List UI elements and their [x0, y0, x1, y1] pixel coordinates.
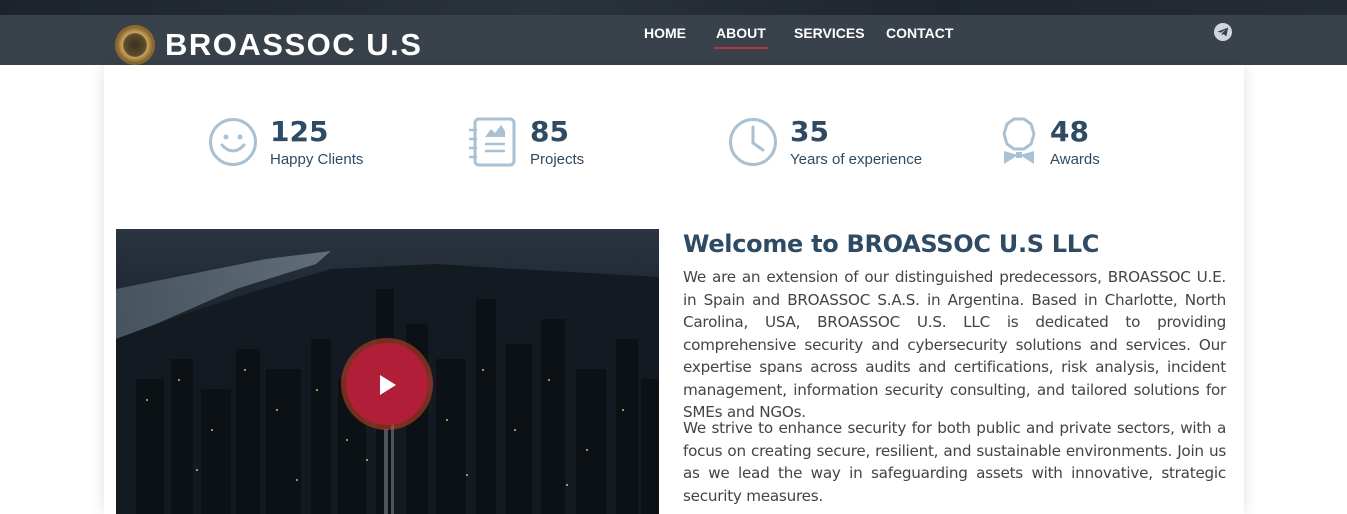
- stat-label: Happy Clients: [270, 151, 364, 168]
- stat-value: 35: [790, 115, 829, 148]
- stat-awards: 48 Awards: [994, 117, 1144, 173]
- stat-label: Awards: [1050, 151, 1100, 168]
- stat-label: Projects: [530, 151, 585, 168]
- stat-value: 85: [530, 115, 569, 148]
- stat-value: 48: [1050, 115, 1089, 148]
- telegram-icon[interactable]: [1214, 23, 1232, 41]
- award-icon: [994, 117, 1044, 167]
- header-top-strip: [0, 0, 1347, 15]
- nav-home[interactable]: HOME: [644, 15, 686, 65]
- about-paragraph-1: We are an extension of our distinguished…: [683, 268, 1226, 421]
- about-card: 125 Happy Clients 85 Projects 35 Years o…: [104, 65, 1244, 514]
- play-icon[interactable]: [379, 374, 397, 401]
- nav-about[interactable]: ABOUT: [714, 15, 768, 65]
- nav-services[interactable]: SERVICES: [794, 15, 865, 65]
- stat-label: Years of experience: [790, 151, 923, 168]
- stat-happy-clients: 125 Happy Clients: [208, 117, 388, 173]
- company-video[interactable]: [116, 229, 659, 514]
- clock-icon: [728, 117, 778, 167]
- notebook-icon: [468, 117, 518, 167]
- stat-years: 35 Years of experience: [728, 117, 948, 173]
- welcome-heading: Welcome to BROASSOC U.S LLC: [683, 230, 1100, 258]
- brand-name[interactable]: BROASSOC U.S: [165, 27, 422, 63]
- nav-contact[interactable]: CONTACT: [886, 15, 953, 65]
- stat-projects: 85 Projects: [468, 117, 618, 173]
- logo-emblem-icon[interactable]: [115, 25, 155, 65]
- about-paragraph-2: We strive to enhance security for both p…: [683, 419, 1226, 505]
- smiley-icon: [208, 117, 258, 167]
- stat-value: 125: [270, 115, 329, 148]
